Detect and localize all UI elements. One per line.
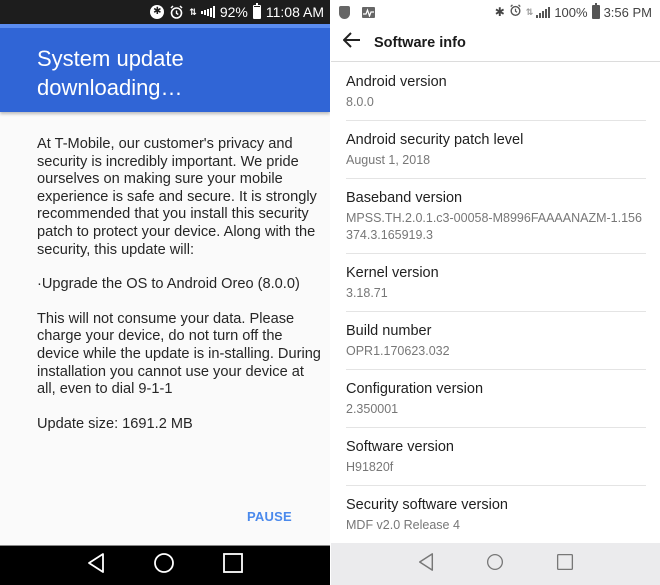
info-item-security-patch[interactable]: Android security patch level August 1, 2… [346,121,646,179]
home-icon[interactable] [486,553,504,576]
page-title: System update downloading… [37,46,184,100]
info-item-security-software-version[interactable]: Security software version MDF v2.0 Relea… [346,486,646,544]
battery-percent: 92% [219,4,248,20]
info-label: Android security patch level [346,132,524,148]
info-value: MDF v2.0 Release 4 [346,518,460,532]
info-value: August 1, 2018 [346,153,431,167]
update-header: System update downloading… [0,24,330,112]
clock: 11:08 AM [265,4,324,20]
install-warning-paragraph: This will not consume your data. Please … [37,310,321,398]
info-label: Software version [346,439,454,455]
navigation-bar [0,545,330,585]
info-label: Android version [346,74,447,90]
info-value: 8.0.0 [346,95,374,109]
status-bar: ✱ ⇅ 100% 3:56 PM [331,0,660,24]
system-update-screen: ✱ ⇅ 92% 11:08 AM System update downloadi… [0,0,330,585]
software-info-screen: ✱ ⇅ 100% 3:56 PM Software info Android v… [331,0,660,585]
battery-percent: 100% [554,4,588,20]
battery-charging-icon [591,3,600,19]
download-progress-bar [0,24,330,28]
info-label: Kernel version [346,265,439,281]
info-item-build-number[interactable]: Build number OPR1.170623.032 [346,312,646,370]
update-description: At T-Mobile, our customer's privacy and … [37,136,322,450]
update-size: Update size: 1691.2 MB [37,415,193,432]
back-icon[interactable] [86,552,106,579]
info-value: 3.18.71 [346,286,388,300]
info-value: MPSS.TH.2.0.1.c3-00058-M8996FAAAANAZM-1.… [346,211,642,242]
battery-icon [252,3,261,19]
alarm-icon [509,4,522,20]
info-label: Baseband version [346,190,463,206]
pause-button[interactable]: PAUSE [247,509,292,524]
app-bar: Software info [331,24,660,62]
info-value: OPR1.170623.032 [346,344,450,358]
back-arrow-icon[interactable] [342,32,365,53]
navigation-bar [331,543,660,585]
clock: 3:56 PM [603,4,652,20]
info-value: H91820f [346,460,394,474]
bluetooth-icon: ✱ [150,5,165,19]
download-progress-fill [0,24,330,28]
info-value: 2.350001 [346,402,399,416]
bluetooth-icon: ✱ [494,5,505,19]
info-item-kernel-version[interactable]: Kernel version 3.18.71 [346,254,646,312]
signal-icon [200,6,215,18]
privacy-paragraph: At T-Mobile, our customer's privacy and … [37,136,317,258]
upgrade-bullet: ·Upgrade the OS to Android Oreo (8.0.0) [37,276,300,293]
pulse-icon [362,6,375,18]
back-icon[interactable] [417,552,435,577]
alarm-icon [169,4,184,20]
recents-icon[interactable] [222,552,244,579]
info-label: Security software version [346,497,508,513]
info-item-baseband-version[interactable]: Baseband version MPSS.TH.2.0.1.c3-00058-… [346,179,646,254]
info-item-android-version[interactable]: Android version 8.0.0 [346,63,646,121]
info-label: Configuration version [346,381,484,397]
info-item-configuration-version[interactable]: Configuration version 2.350001 [346,370,646,428]
recents-icon[interactable] [556,553,574,576]
shield-icon [339,5,350,19]
page-title: Software info [374,34,466,51]
data-arrows-icon: ⇅ [189,7,196,17]
info-label: Build number [346,323,432,339]
info-item-software-version[interactable]: Software version H91820f [346,428,646,486]
status-bar: ✱ ⇅ 92% 11:08 AM [0,0,330,24]
data-arrows-icon: ⇅ [525,7,533,17]
software-info-list: Android version 8.0.0 Android security p… [346,63,646,544]
signal-icon [536,6,551,18]
home-icon[interactable] [153,552,175,579]
